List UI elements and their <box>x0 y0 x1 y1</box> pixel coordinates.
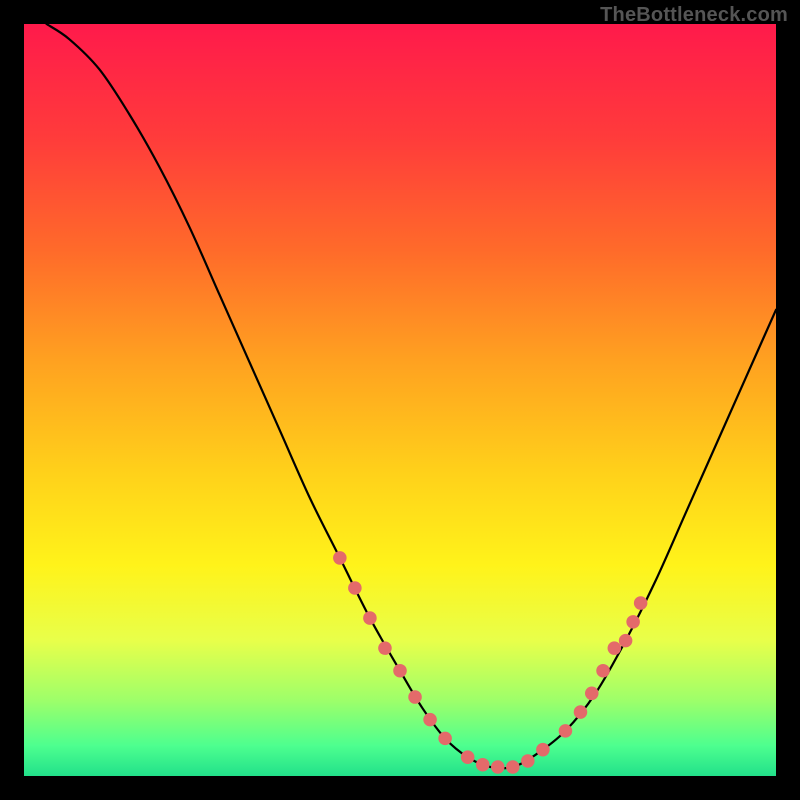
sample-dot <box>378 641 392 655</box>
sample-dot <box>408 690 422 704</box>
sample-dot <box>506 760 520 774</box>
chart-background <box>24 24 776 776</box>
sample-dot <box>596 664 610 678</box>
sample-dot <box>608 641 622 655</box>
sample-dot <box>626 615 640 629</box>
sample-dot <box>559 724 573 738</box>
plot-frame <box>24 24 776 776</box>
sample-dot <box>438 732 452 746</box>
sample-dot <box>634 596 648 610</box>
sample-dot <box>363 611 377 625</box>
sample-dot <box>491 760 505 774</box>
sample-dot <box>585 687 599 701</box>
sample-dot <box>619 634 633 648</box>
watermark-text: TheBottleneck.com <box>600 4 788 27</box>
sample-dot <box>574 705 588 719</box>
sample-dot <box>461 750 475 764</box>
sample-dot <box>476 758 490 772</box>
sample-dot <box>393 664 407 678</box>
chart-svg <box>24 24 776 776</box>
sample-dot <box>348 581 362 595</box>
chart-stage: TheBottleneck.com <box>0 0 800 800</box>
sample-dot <box>423 713 437 727</box>
sample-dot <box>536 743 550 757</box>
sample-dot <box>333 551 347 565</box>
sample-dot <box>521 754 535 768</box>
